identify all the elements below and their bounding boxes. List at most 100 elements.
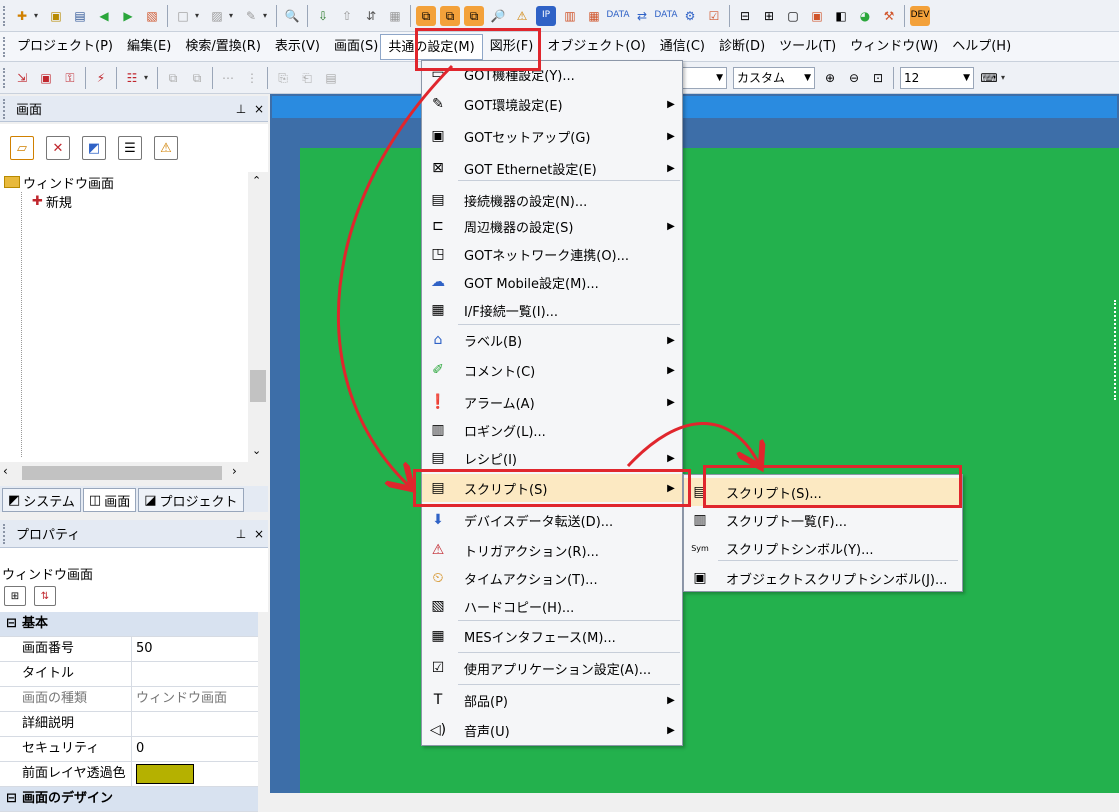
distribute-icon[interactable]: ⋯ bbox=[218, 68, 238, 88]
distribute2-icon[interactable]: ⋮ bbox=[242, 68, 262, 88]
layout4-icon[interactable]: ▣ bbox=[807, 6, 827, 26]
menu-item[interactable]: ▦ I/F接続一覧(I)... bbox=[422, 296, 682, 324]
property-row[interactable]: 画面番号 50 bbox=[0, 637, 258, 662]
monitor-icon[interactable]: ▦ bbox=[385, 6, 405, 26]
menu-screen[interactable]: 画面(S) bbox=[327, 34, 380, 60]
layout2-icon[interactable]: ⊞ bbox=[759, 6, 779, 26]
menu-item[interactable]: ☑ 使用アプリケーション設定(A)... bbox=[422, 654, 682, 682]
delete-screen-icon[interactable]: ✕ bbox=[46, 136, 70, 160]
pin-icon[interactable]: ⊥ bbox=[232, 102, 250, 116]
new-dropdown-icon[interactable]: ▾ bbox=[34, 11, 42, 20]
sort-alpha-icon[interactable]: ⇅ bbox=[34, 586, 56, 606]
menu-item[interactable]: ⊠ GOT Ethernet設定(E) ▶ bbox=[422, 154, 682, 182]
tab-system[interactable]: ◩ システム bbox=[2, 488, 81, 512]
zoom-out-icon[interactable]: ⊖ bbox=[844, 68, 864, 88]
property-scrollbar[interactable] bbox=[258, 612, 268, 793]
menu-item[interactable]: ◳ GOTネットワーク連携(O)... bbox=[422, 240, 682, 268]
fill-icon[interactable]: ▨ bbox=[207, 6, 227, 26]
dev-icon[interactable]: DEV bbox=[910, 5, 930, 26]
menu-help[interactable]: ヘルプ(H) bbox=[945, 34, 1018, 60]
menu-item[interactable]: T 部品(P) ▶ bbox=[422, 686, 682, 714]
ip-icon[interactable]: IP bbox=[536, 5, 556, 26]
property-row[interactable]: 画面の種類 ウィンドウ画面 bbox=[0, 687, 258, 712]
tree-item-new[interactable]: ✚ 新規 bbox=[32, 192, 72, 211]
back-icon[interactable]: ◀ bbox=[94, 6, 114, 26]
property-row[interactable]: 前面レイヤ透過色 bbox=[0, 762, 258, 787]
menu-diagnostics[interactable]: 診断(D) bbox=[712, 34, 772, 60]
data2-icon[interactable]: DATA bbox=[654, 6, 677, 26]
ungroup-icon[interactable]: ⧉ bbox=[187, 68, 207, 88]
property-row[interactable]: タイトル bbox=[0, 662, 258, 687]
menu-item[interactable]: ▥ ロギング(L)... bbox=[422, 416, 682, 444]
grid-icon[interactable]: ▦ bbox=[584, 6, 604, 26]
layout3-icon[interactable]: ▢ bbox=[783, 6, 803, 26]
login-icon[interactable]: ⇲ bbox=[12, 68, 32, 88]
open-screen-icon[interactable]: ▱ bbox=[10, 136, 34, 160]
gear-icon[interactable]: ⚙ bbox=[680, 6, 700, 26]
shape-dropdown-icon[interactable]: ▾ bbox=[195, 11, 203, 20]
property-value[interactable] bbox=[132, 662, 258, 686]
tree-vertical-scrollbar[interactable]: ⌃ ⌄ bbox=[248, 172, 268, 462]
toolbar-grip[interactable] bbox=[3, 5, 6, 26]
screen-property-icon[interactable]: ◩ bbox=[82, 136, 106, 160]
close-icon[interactable]: × bbox=[250, 102, 268, 116]
submenu-item[interactable]: ▣ オブジェクトスクリプトシンボル(J)... bbox=[684, 564, 962, 592]
window2-icon[interactable]: ⧉ bbox=[440, 5, 460, 26]
property-category-design[interactable]: ⊟ 画面のデザイン bbox=[0, 787, 258, 812]
pin-icon[interactable]: ⊥ bbox=[232, 527, 250, 541]
color-icon[interactable]: ◕ bbox=[855, 6, 875, 26]
security-icon[interactable]: ⚿ bbox=[60, 68, 80, 88]
check-icon[interactable]: ☑ bbox=[704, 6, 724, 26]
tree-item-window-screen[interactable]: ウィンドウ画面 bbox=[4, 173, 114, 192]
menu-object[interactable]: オブジェクト(O) bbox=[540, 34, 652, 60]
align-icon[interactable]: ☷ bbox=[122, 68, 142, 88]
chevron-down-icon[interactable]: ⌄ bbox=[252, 444, 261, 457]
copy-icon[interactable]: ⎘ bbox=[273, 68, 293, 88]
forward-icon[interactable]: ▶ bbox=[118, 6, 138, 26]
group-icon[interactable]: ⧉ bbox=[163, 68, 183, 88]
book-icon[interactable]: ▥ bbox=[560, 6, 580, 26]
window3-icon[interactable]: ⧉ bbox=[464, 5, 484, 26]
open-icon[interactable]: ▣ bbox=[46, 6, 66, 26]
toolbar3-grip[interactable] bbox=[3, 67, 6, 88]
menu-window[interactable]: ウィンドウ(W) bbox=[843, 34, 945, 60]
layout1-icon[interactable]: ⊟ bbox=[735, 6, 755, 26]
tab-screen[interactable]: ◫ 画面 bbox=[82, 488, 137, 512]
find-icon[interactable]: 🔍 bbox=[282, 6, 302, 26]
screen-switch-icon[interactable]: ▣ bbox=[36, 68, 56, 88]
menu-item[interactable]: ▧ ハードコピー(H)... bbox=[422, 592, 682, 620]
shape-icon[interactable]: □ bbox=[173, 6, 193, 26]
fit-icon[interactable]: ⊡ bbox=[868, 68, 888, 88]
layout5-icon[interactable]: ◧ bbox=[831, 6, 851, 26]
menu-item[interactable]: ⬇ デバイスデータ転送(D)... bbox=[422, 506, 682, 534]
read-icon[interactable]: ⇧ bbox=[337, 6, 357, 26]
zoom-combo[interactable]: カスタム ▼ bbox=[733, 66, 815, 89]
menu-edit[interactable]: 編集(E) bbox=[120, 34, 178, 60]
menu-search-replace[interactable]: 検索/置換(R) bbox=[178, 34, 268, 60]
collapse-icon[interactable]: ⊟ bbox=[0, 612, 22, 636]
hscroll-thumb[interactable] bbox=[22, 466, 222, 480]
color-swatch[interactable] bbox=[136, 764, 194, 784]
chevron-right-icon[interactable]: › bbox=[232, 464, 237, 478]
screen-icon[interactable]: ▧ bbox=[142, 6, 162, 26]
tab-project[interactable]: ◪ プロジェクト bbox=[138, 488, 244, 512]
menu-item[interactable]: ▣ GOTセットアップ(G) ▶ bbox=[422, 122, 682, 150]
menu-item[interactable]: ✎ GOT環境設定(E) ▶ bbox=[422, 90, 682, 118]
menu-project[interactable]: プロジェクト(P) bbox=[10, 34, 120, 60]
transfer-icon[interactable]: ⇩ bbox=[313, 6, 333, 26]
menu-tools[interactable]: ツール(T) bbox=[772, 34, 843, 60]
menu-item[interactable]: ⏲ タイムアクション(T)... bbox=[422, 564, 682, 592]
property-value[interactable]: 0 bbox=[132, 737, 258, 761]
menubar-grip[interactable] bbox=[3, 36, 6, 57]
chevron-left-icon[interactable]: ‹ bbox=[3, 464, 8, 478]
zoom-in-icon[interactable]: ⊕ bbox=[820, 68, 840, 88]
keyboard-icon[interactable]: ⌨ bbox=[979, 68, 999, 88]
pen-dropdown-icon[interactable]: ▾ bbox=[263, 11, 271, 20]
menu-item[interactable]: ⚠ トリガアクション(R)... bbox=[422, 536, 682, 564]
font-size-combo[interactable]: 12 ▼ bbox=[900, 66, 974, 89]
menu-item[interactable]: ▤ レシピ(I) ▶ bbox=[422, 444, 682, 472]
property-row[interactable]: 詳細説明 bbox=[0, 712, 258, 737]
property-value[interactable] bbox=[132, 712, 258, 736]
menu-item[interactable]: ✐ コメント(C) ▶ bbox=[422, 356, 682, 384]
misc-icon[interactable]: ▤ bbox=[321, 68, 341, 88]
